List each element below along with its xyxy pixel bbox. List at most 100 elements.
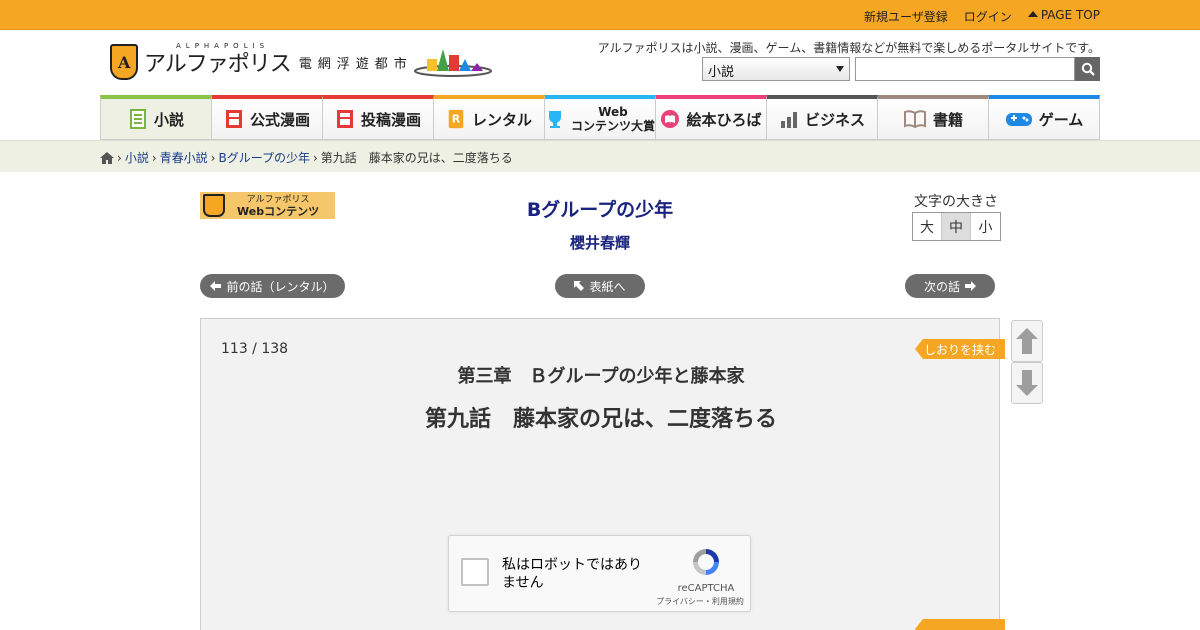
- search-bar: 小説: [702, 57, 1100, 81]
- search-category-select[interactable]: 小説: [702, 57, 850, 81]
- nav-picture-book[interactable]: 絵本ひろば: [656, 95, 767, 139]
- nav-books[interactable]: 書籍: [878, 95, 989, 139]
- web-contents-logo[interactable]: アルファポリス Webコンテンツ: [200, 192, 335, 219]
- open-book-icon: [903, 110, 926, 129]
- search-category-value: 小説: [708, 65, 735, 80]
- breadcrumb: › 小説 › 青春小説 › Bグループの少年 › 第九話 藤本家の兄は、二度落ち…: [0, 140, 1200, 172]
- bookmark-button-bottom[interactable]: [915, 619, 1005, 630]
- nav-label: Web: [598, 105, 628, 119]
- login-link[interactable]: ログイン: [964, 8, 1012, 25]
- episode-content-panel: 113 / 138 第三章 Ｂグループの少年と藤本家 第九話 藤本家の兄は、二度…: [200, 318, 1005, 630]
- city-skyline-icon: [413, 49, 492, 77]
- page-top-label: PAGE TOP: [1040, 8, 1100, 22]
- nav-label: ビジネス: [804, 110, 865, 129]
- bookmark-button[interactable]: しおりを挟む: [915, 339, 1005, 359]
- author-name[interactable]: 櫻井春輝: [400, 232, 800, 253]
- nav-label: 小説: [153, 110, 184, 129]
- home-icon[interactable]: [100, 151, 114, 164]
- alphapolis-emblem-icon: [110, 44, 138, 80]
- breadcrumb-current: 第九話 藤本家の兄は、二度落ちる: [320, 151, 513, 165]
- nav-label: 絵本ひろば: [686, 110, 762, 129]
- register-link[interactable]: 新規ユーザ登録: [864, 8, 948, 25]
- web-logo-line1: アルファポリス: [246, 194, 310, 205]
- site-header: ALPHAPOLIS アルファポリス 電網浮遊都市 アルファポリスは小説、漫画、…: [0, 30, 1200, 95]
- nav-label: 投稿漫画: [360, 110, 421, 129]
- font-size-large-button[interactable]: 大: [913, 213, 942, 240]
- arrow-up-left-icon: [574, 281, 585, 291]
- nav-label: 書籍: [932, 110, 963, 129]
- episode-counter: 113 / 138: [221, 341, 289, 357]
- arrow-left-icon: [210, 281, 222, 291]
- nav-label: 公式漫画: [249, 110, 310, 129]
- font-size-control: 文字の大きさ 大 中 小: [912, 191, 1001, 241]
- font-size-buttons: 大 中 小: [912, 212, 1001, 241]
- breadcrumb-link[interactable]: Bグループの少年: [218, 149, 310, 166]
- nav-business[interactable]: ビジネス: [767, 95, 878, 139]
- nav-web-contents-award[interactable]: Web コンテンツ大賞: [545, 95, 656, 139]
- toc-button[interactable]: 表紙へ: [555, 274, 645, 298]
- prev-episode-label: 前の話（レンタル）: [226, 279, 335, 294]
- dropdown-arrow-icon: [836, 66, 844, 72]
- book-icon: [129, 109, 146, 129]
- episode-title: 第九話 藤本家の兄は、二度落ちる: [424, 407, 777, 432]
- next-episode-label: 次の話: [923, 279, 960, 294]
- font-size-small-button[interactable]: 小: [971, 213, 1000, 240]
- alphapolis-emblem-icon: [203, 194, 225, 217]
- arrow-up-icon: [1016, 328, 1038, 354]
- nav-novel[interactable]: 小説: [100, 95, 212, 139]
- recaptcha-links[interactable]: プライバシー・利用規約: [654, 596, 746, 607]
- rental-icon: R: [448, 109, 464, 129]
- brand-small: ALPHAPOLIS: [176, 42, 270, 50]
- nav-label-two-line: Web コンテンツ大賞: [571, 105, 655, 133]
- breadcrumb-link[interactable]: 小説: [125, 149, 149, 166]
- arrow-right-icon: [965, 281, 976, 291]
- recaptcha-branding: reCAPTCHA プライバシー・利用規約: [656, 546, 744, 607]
- font-size-medium-button[interactable]: 中: [942, 213, 971, 240]
- recaptcha-logo-icon: [693, 549, 719, 575]
- nav-label: レンタル: [471, 110, 532, 129]
- nav-rental[interactable]: R レンタル: [434, 95, 545, 139]
- font-size-label: 文字の大きさ: [914, 194, 998, 210]
- brand-city: 電網浮遊都市: [298, 56, 413, 72]
- toc-label: 表紙へ: [589, 279, 626, 294]
- nav-label: コンテンツ大賞: [571, 119, 656, 133]
- tagline: アルファポリスは小説、漫画、ゲーム、書籍情報などが無料で楽しめるポータルサイトで…: [597, 41, 1100, 55]
- breadcrumb-separator: ›: [151, 150, 157, 165]
- nav-posted-manga[interactable]: 投稿漫画: [323, 95, 434, 139]
- nav-label: ゲーム: [1038, 110, 1084, 129]
- scroll-down-button[interactable]: [1011, 362, 1043, 404]
- recaptcha-checkbox[interactable]: [461, 558, 489, 586]
- nav-game[interactable]: ゲーム: [989, 95, 1100, 139]
- svg-text:R: R: [452, 113, 461, 126]
- picture-book-icon: [661, 110, 680, 128]
- triangle-up-icon: [1027, 11, 1038, 17]
- gamepad-icon: [1005, 113, 1032, 126]
- breadcrumb-separator: ›: [117, 150, 122, 165]
- breadcrumb-link[interactable]: 青春小説: [160, 149, 208, 166]
- top-links: 新規ユーザ登録 ログイン PAGE TOP: [864, 8, 1100, 25]
- arrow-down-icon: [1016, 370, 1038, 396]
- breadcrumb-separator: ›: [210, 150, 216, 165]
- web-logo-line2: Webコンテンツ: [237, 204, 320, 218]
- web-logo-text: アルファポリス Webコンテンツ: [237, 194, 319, 218]
- next-episode-button[interactable]: 次の話: [905, 274, 995, 298]
- site-logo[interactable]: ALPHAPOLIS アルファポリス 電網浮遊都市: [110, 42, 493, 80]
- trophy-icon: [549, 111, 561, 128]
- brand-text: ALPHAPOLIS アルファポリス: [144, 42, 292, 78]
- nav-official-manga[interactable]: 公式漫画: [212, 95, 323, 139]
- search-input[interactable]: [855, 57, 1075, 81]
- recaptcha-label: 私はロボットではありません: [502, 557, 642, 591]
- brand-name: アルファポリス: [144, 52, 292, 77]
- prev-episode-button[interactable]: 前の話（レンタル）: [200, 274, 345, 298]
- search-icon: [1081, 62, 1095, 76]
- search-button[interactable]: [1075, 57, 1100, 81]
- breadcrumb-separator: ›: [312, 150, 318, 165]
- manga-icon: [336, 110, 353, 128]
- page-top-link[interactable]: PAGE TOP: [1027, 8, 1100, 25]
- work-title[interactable]: Bグループの少年: [400, 195, 800, 222]
- recaptcha-brand: reCAPTCHA: [677, 583, 735, 594]
- chapter-title: 第三章 Ｂグループの少年と藤本家: [457, 366, 745, 387]
- scroll-up-button[interactable]: [1011, 320, 1043, 362]
- recaptcha-widget: 私はロボットではありません reCAPTCHA プライバシー・利用規約: [448, 535, 751, 612]
- manga-icon: [225, 110, 242, 128]
